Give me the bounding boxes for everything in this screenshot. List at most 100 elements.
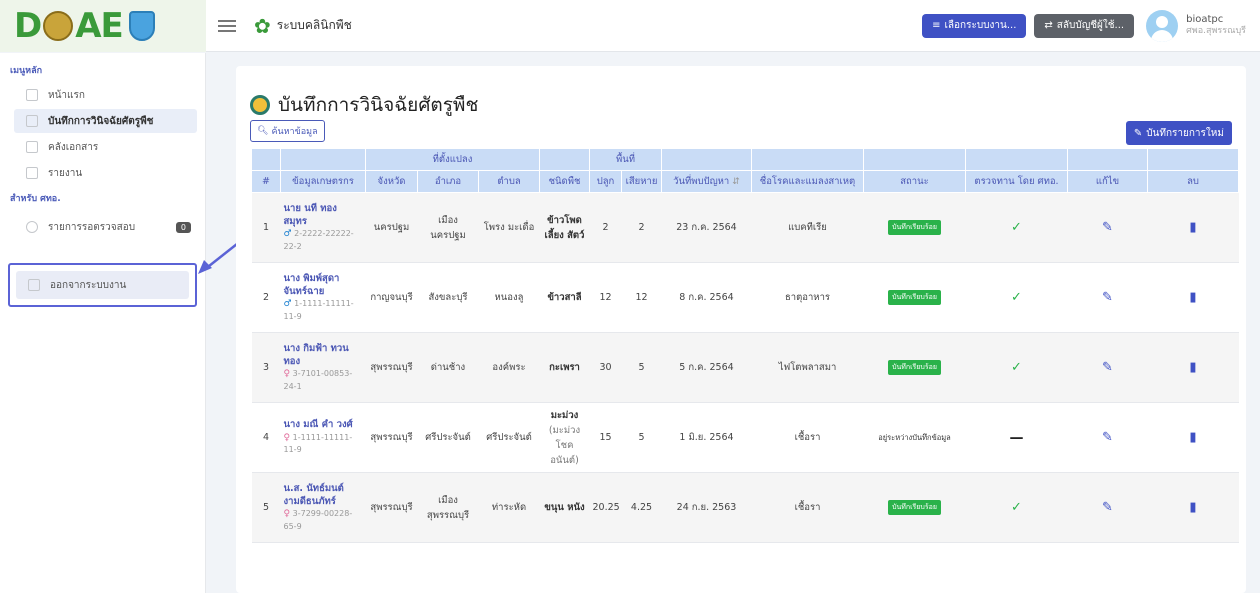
sidebar-item-label: ออกจากระบบงาน [50,279,127,291]
col-header-province[interactable]: จังหวัด [365,170,418,193]
trash-icon[interactable]: ▮ [1189,360,1196,375]
sidebar-item-reports[interactable]: รายงาน [14,161,197,185]
group-header-empty [751,148,864,171]
cell-farmer[interactable]: น.ส. นัทธ์มนต์ งามดีธนภัทร์ ♀ 3-7299-0022… [280,472,366,543]
plant-variety: (มะม่วง โชค อนันต์) [548,424,581,466]
top-bar: D AE ✿ ระบบคลินิกพืช ≡ เลือกระบบงาน... ⇄… [0,0,1260,52]
hamburger-menu-icon[interactable] [218,19,236,32]
user-info[interactable]: bioatpc ศพอ.สุพรรณบุรี [1186,14,1246,38]
cell-subdistrict: หนองลู [478,262,540,333]
edit-icon[interactable]: ✎ [1102,290,1113,305]
status-badge: บันทึกเรียบร้อย [888,500,941,515]
col-header-edit: แก้ไข [1067,170,1148,193]
cell-farmer[interactable]: นาง มณี คำ วงศ์ ♀ 1-1111-11111-11-9 [280,402,366,473]
col-header-subdistrict[interactable]: ตำบล [478,170,540,193]
group-header-empty [539,148,590,171]
cell-subdistrict: ศรีประจันต์ [478,402,540,473]
cell-checked: ✓ [965,472,1068,543]
sidebar-item-review[interactable]: รายการรอตรวจสอบ 0 [14,215,197,239]
cell-found-date: 1 มิ.ย. 2564 [661,402,752,473]
group-header-empty [661,148,752,171]
check-icon: ✓ [1011,500,1022,515]
trash-icon[interactable]: ▮ [1189,290,1196,305]
col-header-district[interactable]: อำเภอ [417,170,479,193]
farmer-id-line: ♀ 3-7101-00853-24-1 [284,368,363,392]
cell-plant: ขนุน หนัง [539,472,590,543]
edit-icon[interactable]: ✎ [1102,430,1113,445]
trash-icon[interactable]: ▮ [1189,220,1196,235]
status-badge: บันทึกเรียบร้อย [888,360,941,375]
edit-icon[interactable]: ✎ [1102,500,1113,515]
avatar[interactable] [1146,9,1179,42]
sidebar-item-diagnosis[interactable]: บันทึกการวินิจฉัยศัตรูพืช [14,109,197,133]
col-header-checked[interactable]: ตรวจทาน โดย ศทอ. [965,170,1068,193]
sidebar-item-home[interactable]: หน้าแรก [14,83,197,107]
sidebar-item-label: รายงาน [48,167,83,179]
col-header-planted[interactable]: ปลูก [589,170,622,193]
table-row: 5 น.ส. นัทธ์มนต์ งามดีธนภัทร์ ♀ 3-7299-002… [251,472,1239,543]
edit-icon[interactable]: ✎ [1102,220,1113,235]
cell-disease: ธาตุอาหาร [751,262,864,333]
new-record-button[interactable]: ✎ บันทึกรายการใหม่ [1125,121,1232,145]
cell-district: ด่านช้าง [417,332,479,403]
farmer-id-line: ♀ 3-7299-00228-65-9 [284,508,363,532]
group-header-empty [280,148,366,171]
app-brand[interactable]: ✿ ระบบคลินิกพืช [254,14,352,38]
cell-edit: ✎ [1067,332,1148,403]
logo-letter-d: D [14,5,42,46]
female-icon: ♀ [283,432,291,443]
cell-disease: ไฟโตพลาสมา [751,332,864,403]
table-body: 1 นาย นที ทอง สมุทร ♂ 2-2222-22222-22-2 นคร… [251,192,1239,543]
select-system-button[interactable]: ≡ เลือกระบบงาน... [922,13,1027,38]
plant-name: ขนุน หนัง [544,502,585,513]
cell-province: สุพรรณบุรี [365,332,418,403]
col-header-damaged[interactable]: เสียหาย [621,170,662,193]
trash-icon[interactable]: ▮ [1189,500,1196,515]
check-icon: ✓ [1011,290,1022,305]
farmer-name[interactable]: นาง กิมฟ้า ทวนทอง [284,343,363,368]
search-button[interactable]: 🔍︎ ค้นหาข้อมูล [250,120,325,142]
farmer-id: 1-1111-11111-11-9 [283,432,353,455]
cell-province: กาญจนบุรี [365,262,418,333]
cell-province: สุพรรณบุรี [365,402,418,473]
farmer-name[interactable]: นาง พิมพ์สุดา จันทร์ฉาย [284,273,363,298]
cell-no: 3 [251,332,281,403]
col-header-disease[interactable]: ชื่อโรคและแมลงสาเหตุ [751,170,864,193]
cell-checked: ✓ [965,332,1068,403]
col-header-no: # [251,170,281,193]
sidebar-heading-dept: สำหรับ ศทอ. [10,194,61,204]
cell-edit: ✎ [1067,262,1148,333]
cell-damaged: 4.25 [621,472,662,543]
farmer-id-line: ♂ 1-1111-11111-11-9 [284,298,363,322]
cell-farmer[interactable]: นาง กิมฟ้า ทวนทอง ♀ 3-7101-00853-24-1 [280,332,366,403]
cell-status: บันทึกเรียบร้อย [863,332,966,403]
doae-logo[interactable]: D AE [0,0,206,52]
farmer-name[interactable]: นาง มณี คำ วงศ์ [284,419,363,431]
switch-account-button[interactable]: ⇄ สลับบัญชีผู้ใช้... [1034,13,1135,38]
sidebar-item-label: หน้าแรก [48,89,85,101]
col-header-found-date[interactable]: วันที่พบปัญหา ⇵ [661,170,752,193]
col-header-status[interactable]: สถานะ [863,170,966,193]
col-header-plant[interactable]: ชนิดพืช [539,170,590,193]
trash-icon[interactable]: ▮ [1189,430,1196,445]
cell-planted: 20.25 [589,472,622,543]
group-header-area: พื้นที่ [589,148,662,171]
cell-status: อยู่ระหว่างบันทึกข้อมูล [863,402,966,473]
col-header-farmer[interactable]: ข้อมูลเกษตรกร [280,170,366,193]
cell-district: เมือง สุพรรณบุรี [417,472,479,543]
edit-icon[interactable]: ✎ [1102,360,1113,375]
sidebar-item-documents[interactable]: คลังเอกสาร [14,135,197,159]
cell-plant: ข้าวโพด เลี้ยง สัตว์ [539,192,590,263]
farmer-name[interactable]: น.ส. นัทธ์มนต์ งามดีธนภัทร์ [284,483,363,508]
cell-edit: ✎ [1067,472,1148,543]
farmer-name[interactable]: นาย นที ทอง สมุทร [284,203,363,228]
cell-farmer[interactable]: นาย นที ทอง สมุทร ♂ 2-2222-22222-22-2 [280,192,366,263]
cell-found-date: 23 ก.ค. 2564 [661,192,752,263]
cell-checked: — [965,402,1068,473]
page-title: บันทึกการวินิจฉัยศัตรูพืช [250,90,478,120]
sidebar-item-logout[interactable]: ออกจากระบบงาน [16,271,189,299]
cell-delete: ▮ [1147,192,1239,263]
select-system-label: เลือกระบบงาน... [944,20,1017,31]
cell-status: บันทึกเรียบร้อย [863,262,966,333]
cell-farmer[interactable]: นาง พิมพ์สุดา จันทร์ฉาย ♂ 1-1111-11111-11… [280,262,366,333]
